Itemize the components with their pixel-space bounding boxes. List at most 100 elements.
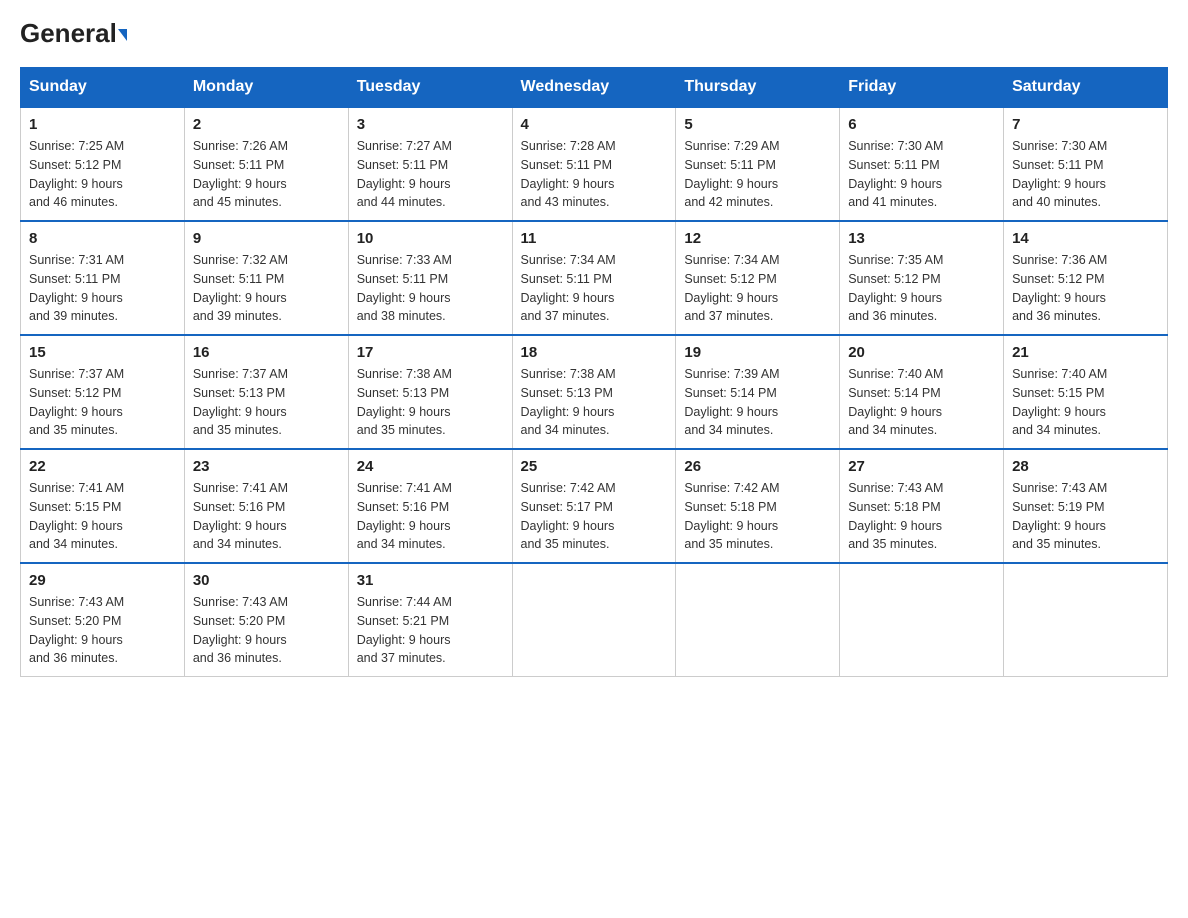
day-info: Sunrise: 7:41 AMSunset: 5:16 PMDaylight:… bbox=[357, 481, 452, 551]
col-header-saturday: Saturday bbox=[1004, 68, 1168, 108]
calendar-cell: 9 Sunrise: 7:32 AMSunset: 5:11 PMDayligh… bbox=[184, 221, 348, 335]
day-number: 22 bbox=[29, 458, 176, 475]
day-number: 20 bbox=[848, 344, 995, 361]
calendar-cell: 17 Sunrise: 7:38 AMSunset: 5:13 PMDaylig… bbox=[348, 335, 512, 449]
day-number: 14 bbox=[1012, 230, 1159, 247]
day-number: 2 bbox=[193, 116, 340, 133]
day-info: Sunrise: 7:27 AMSunset: 5:11 PMDaylight:… bbox=[357, 139, 452, 209]
calendar-cell: 2 Sunrise: 7:26 AMSunset: 5:11 PMDayligh… bbox=[184, 107, 348, 221]
col-header-sunday: Sunday bbox=[21, 68, 185, 108]
calendar-cell: 23 Sunrise: 7:41 AMSunset: 5:16 PMDaylig… bbox=[184, 449, 348, 563]
calendar-week-row: 15 Sunrise: 7:37 AMSunset: 5:12 PMDaylig… bbox=[21, 335, 1168, 449]
day-number: 1 bbox=[29, 116, 176, 133]
day-number: 6 bbox=[848, 116, 995, 133]
page-header: General bbox=[20, 20, 1168, 47]
day-info: Sunrise: 7:30 AMSunset: 5:11 PMDaylight:… bbox=[848, 139, 943, 209]
day-info: Sunrise: 7:32 AMSunset: 5:11 PMDaylight:… bbox=[193, 253, 288, 323]
calendar-cell: 13 Sunrise: 7:35 AMSunset: 5:12 PMDaylig… bbox=[840, 221, 1004, 335]
day-number: 31 bbox=[357, 572, 504, 589]
day-info: Sunrise: 7:41 AMSunset: 5:16 PMDaylight:… bbox=[193, 481, 288, 551]
day-info: Sunrise: 7:44 AMSunset: 5:21 PMDaylight:… bbox=[357, 595, 452, 665]
day-info: Sunrise: 7:40 AMSunset: 5:14 PMDaylight:… bbox=[848, 367, 943, 437]
calendar-cell: 26 Sunrise: 7:42 AMSunset: 5:18 PMDaylig… bbox=[676, 449, 840, 563]
calendar-week-row: 8 Sunrise: 7:31 AMSunset: 5:11 PMDayligh… bbox=[21, 221, 1168, 335]
day-info: Sunrise: 7:37 AMSunset: 5:12 PMDaylight:… bbox=[29, 367, 124, 437]
day-info: Sunrise: 7:38 AMSunset: 5:13 PMDaylight:… bbox=[357, 367, 452, 437]
day-number: 15 bbox=[29, 344, 176, 361]
calendar-cell: 4 Sunrise: 7:28 AMSunset: 5:11 PMDayligh… bbox=[512, 107, 676, 221]
calendar-cell: 6 Sunrise: 7:30 AMSunset: 5:11 PMDayligh… bbox=[840, 107, 1004, 221]
calendar-cell: 16 Sunrise: 7:37 AMSunset: 5:13 PMDaylig… bbox=[184, 335, 348, 449]
logo: General bbox=[20, 20, 127, 47]
calendar-cell: 30 Sunrise: 7:43 AMSunset: 5:20 PMDaylig… bbox=[184, 563, 348, 677]
day-info: Sunrise: 7:34 AMSunset: 5:11 PMDaylight:… bbox=[521, 253, 616, 323]
calendar-week-row: 1 Sunrise: 7:25 AMSunset: 5:12 PMDayligh… bbox=[21, 107, 1168, 221]
day-number: 19 bbox=[684, 344, 831, 361]
calendar-cell bbox=[840, 563, 1004, 677]
calendar-cell: 12 Sunrise: 7:34 AMSunset: 5:12 PMDaylig… bbox=[676, 221, 840, 335]
calendar-cell: 11 Sunrise: 7:34 AMSunset: 5:11 PMDaylig… bbox=[512, 221, 676, 335]
calendar-cell: 10 Sunrise: 7:33 AMSunset: 5:11 PMDaylig… bbox=[348, 221, 512, 335]
day-number: 17 bbox=[357, 344, 504, 361]
day-number: 3 bbox=[357, 116, 504, 133]
day-number: 9 bbox=[193, 230, 340, 247]
calendar-cell: 22 Sunrise: 7:41 AMSunset: 5:15 PMDaylig… bbox=[21, 449, 185, 563]
day-info: Sunrise: 7:31 AMSunset: 5:11 PMDaylight:… bbox=[29, 253, 124, 323]
day-number: 27 bbox=[848, 458, 995, 475]
calendar-cell: 29 Sunrise: 7:43 AMSunset: 5:20 PMDaylig… bbox=[21, 563, 185, 677]
day-info: Sunrise: 7:35 AMSunset: 5:12 PMDaylight:… bbox=[848, 253, 943, 323]
day-number: 18 bbox=[521, 344, 668, 361]
day-number: 30 bbox=[193, 572, 340, 589]
day-info: Sunrise: 7:43 AMSunset: 5:20 PMDaylight:… bbox=[29, 595, 124, 665]
calendar-cell: 8 Sunrise: 7:31 AMSunset: 5:11 PMDayligh… bbox=[21, 221, 185, 335]
day-info: Sunrise: 7:33 AMSunset: 5:11 PMDaylight:… bbox=[357, 253, 452, 323]
day-info: Sunrise: 7:42 AMSunset: 5:17 PMDaylight:… bbox=[521, 481, 616, 551]
day-info: Sunrise: 7:34 AMSunset: 5:12 PMDaylight:… bbox=[684, 253, 779, 323]
day-info: Sunrise: 7:41 AMSunset: 5:15 PMDaylight:… bbox=[29, 481, 124, 551]
col-header-monday: Monday bbox=[184, 68, 348, 108]
calendar-cell bbox=[1004, 563, 1168, 677]
calendar-cell: 27 Sunrise: 7:43 AMSunset: 5:18 PMDaylig… bbox=[840, 449, 1004, 563]
day-info: Sunrise: 7:42 AMSunset: 5:18 PMDaylight:… bbox=[684, 481, 779, 551]
day-number: 4 bbox=[521, 116, 668, 133]
day-info: Sunrise: 7:43 AMSunset: 5:18 PMDaylight:… bbox=[848, 481, 943, 551]
day-info: Sunrise: 7:43 AMSunset: 5:19 PMDaylight:… bbox=[1012, 481, 1107, 551]
calendar-cell: 20 Sunrise: 7:40 AMSunset: 5:14 PMDaylig… bbox=[840, 335, 1004, 449]
day-number: 21 bbox=[1012, 344, 1159, 361]
day-number: 10 bbox=[357, 230, 504, 247]
calendar-cell: 3 Sunrise: 7:27 AMSunset: 5:11 PMDayligh… bbox=[348, 107, 512, 221]
day-info: Sunrise: 7:30 AMSunset: 5:11 PMDaylight:… bbox=[1012, 139, 1107, 209]
calendar-cell: 21 Sunrise: 7:40 AMSunset: 5:15 PMDaylig… bbox=[1004, 335, 1168, 449]
col-header-wednesday: Wednesday bbox=[512, 68, 676, 108]
day-number: 28 bbox=[1012, 458, 1159, 475]
col-header-friday: Friday bbox=[840, 68, 1004, 108]
calendar-cell: 25 Sunrise: 7:42 AMSunset: 5:17 PMDaylig… bbox=[512, 449, 676, 563]
calendar-cell: 14 Sunrise: 7:36 AMSunset: 5:12 PMDaylig… bbox=[1004, 221, 1168, 335]
day-info: Sunrise: 7:28 AMSunset: 5:11 PMDaylight:… bbox=[521, 139, 616, 209]
calendar-table: SundayMondayTuesdayWednesdayThursdayFrid… bbox=[20, 67, 1168, 677]
day-info: Sunrise: 7:38 AMSunset: 5:13 PMDaylight:… bbox=[521, 367, 616, 437]
col-header-thursday: Thursday bbox=[676, 68, 840, 108]
day-info: Sunrise: 7:37 AMSunset: 5:13 PMDaylight:… bbox=[193, 367, 288, 437]
day-number: 25 bbox=[521, 458, 668, 475]
calendar-cell: 24 Sunrise: 7:41 AMSunset: 5:16 PMDaylig… bbox=[348, 449, 512, 563]
calendar-cell: 19 Sunrise: 7:39 AMSunset: 5:14 PMDaylig… bbox=[676, 335, 840, 449]
day-info: Sunrise: 7:36 AMSunset: 5:12 PMDaylight:… bbox=[1012, 253, 1107, 323]
calendar-week-row: 22 Sunrise: 7:41 AMSunset: 5:15 PMDaylig… bbox=[21, 449, 1168, 563]
logo-general-text: General bbox=[20, 20, 117, 46]
calendar-cell: 7 Sunrise: 7:30 AMSunset: 5:11 PMDayligh… bbox=[1004, 107, 1168, 221]
calendar-cell: 18 Sunrise: 7:38 AMSunset: 5:13 PMDaylig… bbox=[512, 335, 676, 449]
day-number: 12 bbox=[684, 230, 831, 247]
calendar-week-row: 29 Sunrise: 7:43 AMSunset: 5:20 PMDaylig… bbox=[21, 563, 1168, 677]
col-header-tuesday: Tuesday bbox=[348, 68, 512, 108]
day-number: 23 bbox=[193, 458, 340, 475]
day-number: 7 bbox=[1012, 116, 1159, 133]
day-number: 29 bbox=[29, 572, 176, 589]
day-info: Sunrise: 7:40 AMSunset: 5:15 PMDaylight:… bbox=[1012, 367, 1107, 437]
calendar-cell: 31 Sunrise: 7:44 AMSunset: 5:21 PMDaylig… bbox=[348, 563, 512, 677]
calendar-cell bbox=[512, 563, 676, 677]
day-info: Sunrise: 7:43 AMSunset: 5:20 PMDaylight:… bbox=[193, 595, 288, 665]
calendar-cell: 28 Sunrise: 7:43 AMSunset: 5:19 PMDaylig… bbox=[1004, 449, 1168, 563]
calendar-header-row: SundayMondayTuesdayWednesdayThursdayFrid… bbox=[21, 68, 1168, 108]
day-info: Sunrise: 7:25 AMSunset: 5:12 PMDaylight:… bbox=[29, 139, 124, 209]
